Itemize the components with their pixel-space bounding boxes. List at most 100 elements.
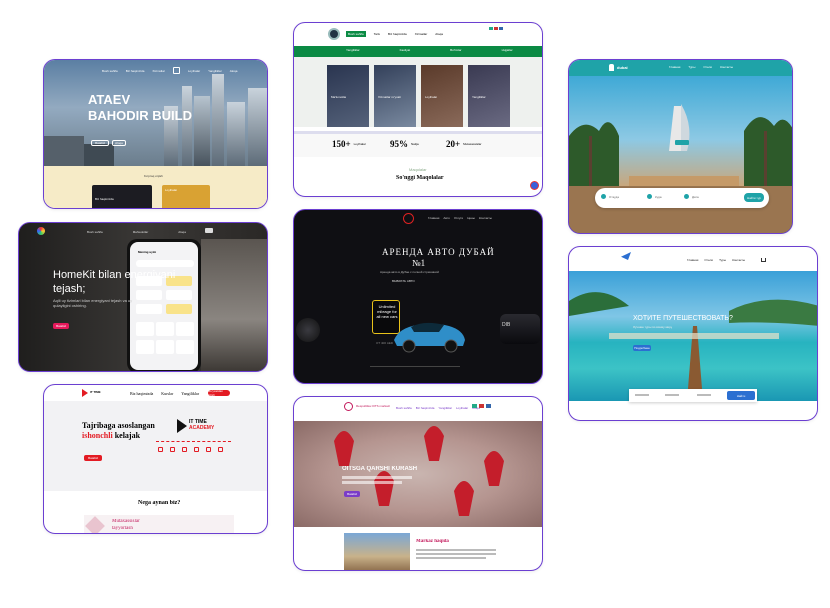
nav-item[interactable]: Aloqa (435, 32, 443, 36)
nav-item[interactable]: Контакты (479, 216, 492, 220)
section-title: Nega aynan biz? (138, 500, 181, 506)
contact-button[interactable]: Aloqa (112, 140, 126, 146)
banner-button[interactable]: Batafsil (344, 491, 360, 497)
nav-item[interactable]: Hujjatlar (502, 48, 513, 52)
price-text: ОТ 400 AED (376, 341, 394, 345)
nav-item[interactable]: Tarix (374, 32, 380, 36)
hero-title: №1 (412, 258, 426, 268)
info-card[interactable]: Biz haqimizda (92, 185, 152, 208)
nav-item[interactable]: Kurslar (161, 391, 173, 396)
project-card-travel[interactable]: Главная Отели Туры Контакты ХОТИТЕ ПУТЕШ… (568, 246, 818, 421)
nav-item[interactable]: Главная (669, 65, 680, 69)
flag-icons[interactable] (489, 27, 503, 30)
hero-title: tejash; (53, 283, 86, 295)
nav-item[interactable]: Aloqa (178, 230, 186, 234)
logo-icon (344, 402, 353, 411)
nav-item[interactable]: Туры (719, 258, 726, 262)
nav-item[interactable]: Bosh sahifa (346, 31, 366, 37)
promo-title: tayyorlash (112, 526, 133, 531)
nav-item[interactable]: Bosh sahifa (102, 69, 118, 73)
chat-icon[interactable] (530, 181, 539, 190)
menu-button[interactable] (205, 228, 213, 233)
nav-item[interactable]: Loyihalar (188, 69, 200, 73)
hero-title: ХОТИТЕ ПУТЕШЕСТВОВАТЬ? (633, 315, 733, 322)
nav-item[interactable]: Главная (428, 216, 439, 220)
nav-item[interactable]: Xizmatlar (152, 69, 165, 73)
timeline-icon (170, 447, 175, 452)
nav-item[interactable]: Авто (443, 216, 450, 220)
project-card-homekit[interactable]: Bosh sahifa Mahsulotlar Aloqa Mening uyi… (18, 222, 268, 372)
search-button[interactable]: Найти (727, 391, 755, 400)
nav-item[interactable]: Faoliyat (400, 48, 411, 52)
nav-item[interactable]: Bosh sahifa (87, 230, 103, 234)
cta-button[interactable]: Batafsil (84, 455, 102, 461)
flag-icons[interactable] (472, 404, 491, 408)
project-card-car[interactable]: Главная Авто Услуги Цены Контакты АРЕНДА… (293, 209, 543, 384)
tile-label: Xizmatlar ro'yxati (378, 95, 401, 99)
search-button[interactable]: Найти тур (744, 193, 764, 202)
project-card-green[interactable]: Bosh sahifa Tarix Biz haqimizda Xizmatla… (293, 22, 543, 197)
project-card-dubai[interactable]: dubai Главная Туры Отели Контакты Откуда… (568, 59, 793, 234)
nav-item[interactable]: Biz haqimizda (126, 69, 145, 73)
nav-item[interactable]: Yangiliklar (346, 48, 360, 52)
tile[interactable]: Yangiliklar (468, 65, 510, 127)
search-field[interactable] (635, 394, 649, 396)
nav-item[interactable]: Контакты (720, 65, 733, 69)
car-image (394, 322, 465, 353)
search-field[interactable] (697, 394, 711, 396)
hero-tag[interactable] (675, 140, 689, 145)
logo-text: IT TIME (90, 390, 101, 394)
nav-item[interactable]: Loyihalar (456, 406, 468, 410)
nav-item[interactable]: Biz haqimizda (416, 406, 435, 410)
search-label[interactable]: Куда (655, 195, 662, 199)
hero-image (294, 421, 542, 527)
project-card-ataev[interactable]: Bosh sahifa Biz haqimizda Xizmatlar Loyi… (43, 59, 268, 209)
hero-subtitle: Лучшие туры по всему миру (633, 325, 673, 329)
tile[interactable]: Loyihalar (421, 65, 463, 127)
nav-item[interactable]: Главная (687, 258, 698, 262)
search-label[interactable]: Откуда (609, 195, 619, 199)
cart-icon[interactable] (761, 258, 766, 262)
register-button[interactable]: Ro'yxatdan o'tish (208, 389, 230, 397)
nav-item[interactable]: Отели (703, 65, 712, 69)
project-card-it-academy[interactable]: IT TIME Biz haqimizda Kurslar Yangilikla… (43, 384, 268, 534)
nav-item[interactable]: Yangiliklar (438, 406, 452, 410)
banner-text (342, 481, 402, 484)
cta-link[interactable]: ВЫБРАТЬ АВТО (392, 279, 415, 283)
nav-item[interactable]: Yangiliklar (181, 391, 199, 396)
tile[interactable]: Xizmatlar ro'yxati (374, 65, 416, 127)
nav-item[interactable]: Цены (467, 216, 475, 220)
hero-title: BAHODIR BUILD (88, 108, 192, 123)
logo-icon (37, 227, 45, 235)
nav-item[interactable]: Туры (688, 65, 695, 69)
slider-arrows[interactable] (370, 366, 460, 367)
section-text (416, 549, 496, 551)
nav-item[interactable]: Mahsulotlar (133, 230, 149, 234)
search-label[interactable]: Дата (692, 195, 699, 199)
side-car (296, 318, 320, 342)
project-card-red-ribbon[interactable]: Respublika OITS markazi Bosh sahifa Biz … (293, 396, 543, 571)
nav-item[interactable]: Biz haqimizda (130, 391, 153, 396)
info-card[interactable]: Loyihalar (162, 185, 210, 208)
promo-card[interactable] (84, 515, 234, 533)
nav-item[interactable]: Услуги (454, 216, 463, 220)
nav-item[interactable]: Отели (704, 258, 713, 262)
tile[interactable]: Ma'lumotlar (327, 65, 369, 127)
hero-title: ATAEV (88, 92, 131, 107)
nav-item[interactable]: Biz haqimizda (388, 32, 407, 36)
nav-item[interactable]: Xizmatlar (415, 32, 428, 36)
nav-item[interactable]: Yangiliklar (208, 69, 222, 73)
cta-button[interactable]: Подробнее (633, 345, 651, 351)
hero-title: АРЕНДА АВТО ДУБАЙ (382, 247, 495, 257)
cta-button[interactable]: Batafsil (53, 323, 69, 329)
nav-item[interactable]: Bo'limlar (450, 48, 461, 52)
nav-item[interactable]: Bosh sahifa (396, 406, 412, 410)
more-link[interactable]: Ko'proq o'qish (144, 174, 163, 178)
details-button[interactable]: Batafsil (91, 140, 109, 146)
search-field[interactable] (665, 394, 679, 396)
nav-item[interactable]: Aloqa (230, 69, 238, 73)
nav-item[interactable]: Контакты (732, 258, 745, 262)
tile-label: Ma'lumotlar (331, 95, 347, 99)
plate-text: DIB (502, 322, 511, 328)
banner-text (342, 476, 412, 479)
